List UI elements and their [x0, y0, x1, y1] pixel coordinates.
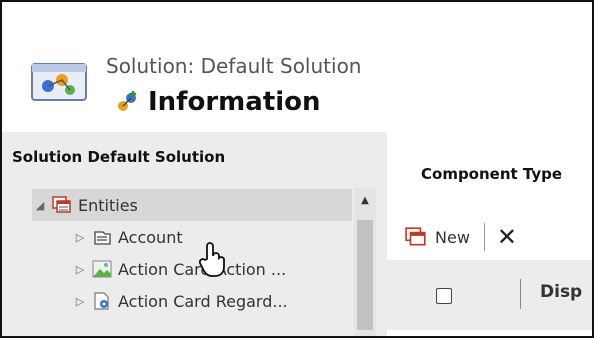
nav-header: Solution Default Solution	[12, 148, 226, 166]
expand-triangle-icon[interactable]: ▷	[72, 231, 88, 244]
solution-header: Solution: Default Solution Information	[2, 2, 387, 132]
expand-triangle-icon[interactable]: ▷	[72, 263, 88, 276]
component-toolbar: New ✕	[405, 220, 517, 254]
tree-item-label: Entities	[78, 195, 138, 215]
close-icon[interactable]: ✕	[497, 225, 517, 249]
new-button[interactable]: New	[405, 227, 470, 247]
scroll-up-arrow-icon[interactable]: ▲	[354, 188, 376, 214]
window-frame: Solution: Default Solution Information S…	[0, 0, 594, 338]
page-title-text: Information	[148, 87, 321, 117]
column-separator	[520, 279, 521, 309]
broken-image-icon	[92, 260, 112, 278]
gear-document-icon	[94, 292, 109, 310]
entities-icon	[52, 196, 71, 213]
toolbar-separator	[483, 223, 485, 251]
tree-item-label: Action Card Regard...	[118, 291, 288, 311]
components-icon	[118, 91, 136, 111]
component-type-label: Component Type	[421, 165, 563, 183]
solution-icon	[31, 63, 87, 101]
expand-triangle-icon[interactable]: ▷	[72, 295, 88, 308]
new-button-label: New	[435, 227, 470, 247]
solution-navigation: Solution Default Solution ◢ Entities ▷ A	[2, 132, 387, 336]
page-title: Information	[116, 84, 321, 120]
header-blank	[387, 2, 592, 132]
solution-caption: Solution: Default Solution	[106, 54, 362, 78]
tree-item-entities[interactable]: ◢ Entities	[32, 189, 352, 221]
new-entity-icon	[405, 227, 426, 246]
tree-scrollbar[interactable]: ▲	[354, 188, 376, 336]
tree-item-action-card-regarding[interactable]: ▷ Action Card Regard...	[32, 285, 384, 317]
entity-icon	[94, 231, 111, 245]
collapse-triangle-icon[interactable]: ◢	[32, 199, 48, 212]
select-all-checkbox[interactable]	[436, 288, 452, 304]
tree-item-label: Account	[118, 227, 183, 247]
grid-header-row: Disp	[387, 260, 592, 330]
display-name-column-header[interactable]: Disp	[540, 282, 582, 302]
hand-cursor-icon	[198, 242, 225, 277]
scroll-thumb[interactable]	[357, 220, 373, 330]
